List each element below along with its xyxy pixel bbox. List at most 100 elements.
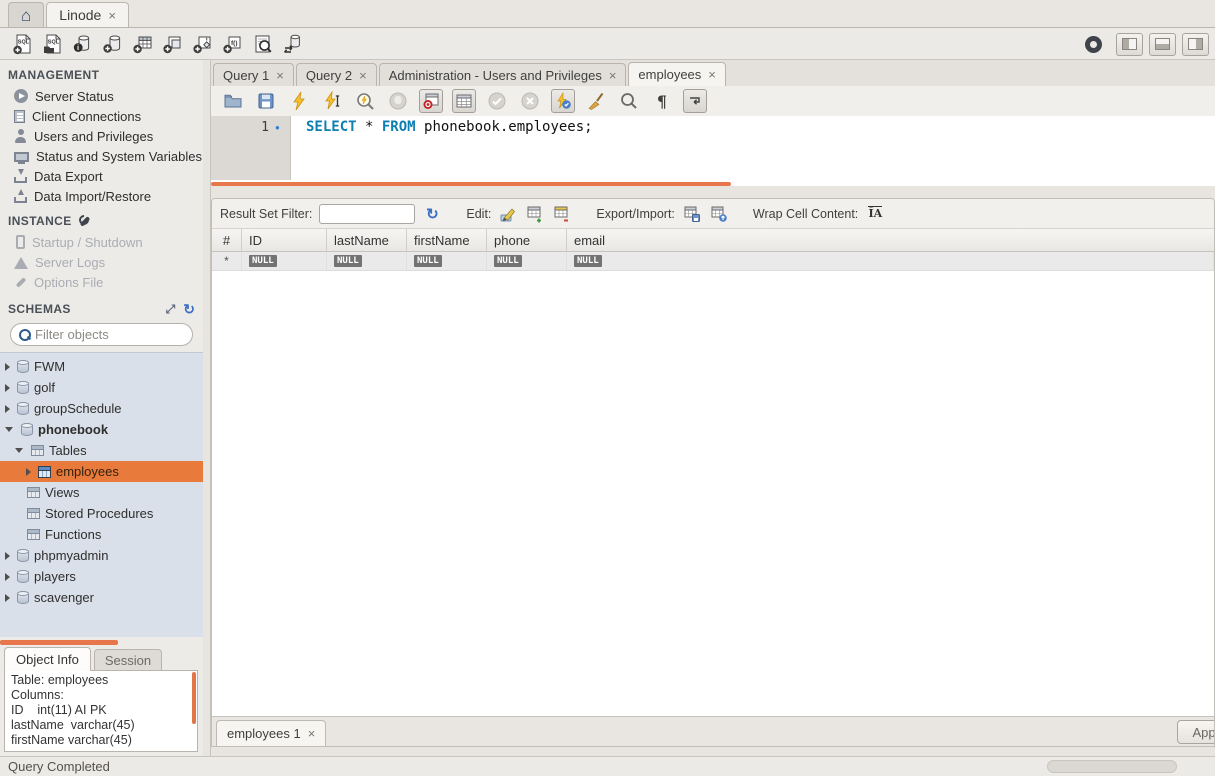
- expand-schemas-icon[interactable]: ⤢: [166, 303, 176, 315]
- delete-row-button[interactable]: [552, 204, 572, 224]
- column-header-hash[interactable]: #: [212, 229, 242, 251]
- sidebar-item-status-system-variables[interactable]: Status and System Variables: [0, 146, 203, 166]
- refresh-schemas-icon[interactable]: ↻: [183, 302, 195, 316]
- tree-item-employees[interactable]: employees: [0, 461, 203, 482]
- wrap-cell-toggle[interactable]: ĪA: [865, 204, 885, 224]
- save-button[interactable]: [254, 89, 278, 113]
- chevron-right-icon[interactable]: [5, 594, 10, 602]
- grid-cell[interactable]: NULL: [242, 252, 327, 270]
- insert-row-button[interactable]: [525, 204, 545, 224]
- tab-administration[interactable]: Administration - Users and Privileges×: [379, 63, 627, 86]
- tree-item-groupschedule[interactable]: groupSchedule: [0, 398, 203, 419]
- tab-query-1[interactable]: Query 1×: [213, 63, 294, 86]
- horizontal-scrollbar-thumb[interactable]: [1047, 760, 1177, 773]
- toggle-wrap-button[interactable]: [683, 89, 707, 113]
- chevron-right-icon[interactable]: [5, 363, 10, 371]
- sidebar-resize-sash[interactable]: [203, 60, 210, 756]
- chevron-right-icon[interactable]: [5, 384, 10, 392]
- chevron-right-icon[interactable]: [5, 552, 10, 560]
- stop-button[interactable]: [386, 89, 410, 113]
- sidebar-item-users-privileges[interactable]: Users and Privileges: [0, 126, 203, 146]
- editor-horizontal-scrollbar[interactable]: [211, 182, 731, 186]
- chevron-right-icon[interactable]: [26, 468, 31, 476]
- explain-button[interactable]: [353, 89, 377, 113]
- sidebar-item-data-export[interactable]: Data Export: [0, 166, 203, 186]
- tree-item-stored-procedures[interactable]: Stored Procedures: [0, 503, 203, 524]
- sidebar-item-data-import[interactable]: Data Import/Restore: [0, 186, 203, 206]
- tree-item-views[interactable]: Views: [0, 482, 203, 503]
- commit-button[interactable]: [485, 89, 509, 113]
- close-icon[interactable]: ×: [308, 727, 316, 740]
- sidebar-item-server-status[interactable]: Server Status: [0, 86, 203, 106]
- home-tab[interactable]: ⌂: [8, 2, 44, 27]
- rollback-button[interactable]: [518, 89, 542, 113]
- tree-item-tables[interactable]: Tables: [0, 440, 203, 461]
- sidebar-item-client-connections[interactable]: Client Connections: [0, 106, 203, 126]
- result-filter-input[interactable]: [319, 204, 415, 224]
- database-inspector-button[interactable]: i: [68, 30, 98, 58]
- column-header-id[interactable]: ID: [242, 229, 327, 251]
- refresh-result-button[interactable]: ↻: [422, 204, 442, 224]
- toggle-output-panel-button[interactable]: [1149, 33, 1176, 56]
- tab-query-2[interactable]: Query 2×: [296, 63, 377, 86]
- column-header-firstname[interactable]: firstName: [407, 229, 487, 251]
- create-table-button[interactable]: [128, 30, 158, 58]
- sidebar-item-startup-shutdown[interactable]: Startup / Shutdown: [0, 232, 203, 252]
- schema-filter-input[interactable]: [35, 327, 203, 342]
- chevron-down-icon[interactable]: [5, 427, 13, 432]
- column-header-phone[interactable]: phone: [487, 229, 567, 251]
- tree-item-players[interactable]: players: [0, 566, 203, 587]
- open-file-button[interactable]: [221, 89, 245, 113]
- export-recordset-button[interactable]: [682, 204, 702, 224]
- tab-employees[interactable]: employees×: [628, 62, 725, 86]
- create-stored-procedure-button[interactable]: [188, 30, 218, 58]
- tab-session[interactable]: Session: [94, 649, 162, 671]
- close-icon[interactable]: ×: [708, 68, 716, 81]
- toggle-sidebar-panel-button[interactable]: [1116, 33, 1143, 56]
- column-header-lastname[interactable]: lastName: [327, 229, 407, 251]
- execute-button[interactable]: [287, 89, 311, 113]
- grid-cell[interactable]: NULL: [407, 252, 487, 270]
- create-view-button[interactable]: [158, 30, 188, 58]
- grid-cell[interactable]: NULL: [567, 252, 1214, 270]
- tree-item-functions[interactable]: Functions: [0, 524, 203, 545]
- preferences-icon[interactable]: [1085, 36, 1102, 53]
- result-tab-employees-1[interactable]: employees 1 ×: [216, 720, 326, 746]
- grid-cell[interactable]: NULL: [327, 252, 407, 270]
- create-schema-button[interactable]: [98, 30, 128, 58]
- tree-item-scavenger[interactable]: scavenger: [0, 587, 203, 608]
- grid-placeholder-row[interactable]: * NULL NULL NULL NULL NULL: [212, 252, 1214, 271]
- sidebar-item-server-logs[interactable]: Server Logs: [0, 252, 203, 272]
- chevron-right-icon[interactable]: [5, 405, 10, 413]
- close-icon[interactable]: ×: [276, 69, 284, 82]
- editor-result-sash[interactable]: [211, 186, 1215, 198]
- sql-code-line[interactable]: SELECT * FROM phonebook.employees;: [306, 119, 593, 135]
- tree-item-fwm[interactable]: FWM: [0, 356, 203, 377]
- close-icon[interactable]: ×: [108, 9, 116, 22]
- tab-object-info[interactable]: Object Info: [4, 647, 91, 671]
- limit-rows-toggle[interactable]: [419, 89, 443, 113]
- tree-item-golf[interactable]: golf: [0, 377, 203, 398]
- autocommit-toggle[interactable]: [551, 89, 575, 113]
- tree-item-phonebook[interactable]: phonebook: [0, 419, 203, 440]
- close-icon[interactable]: ×: [609, 69, 617, 82]
- find-button[interactable]: [617, 89, 641, 113]
- toggle-secondary-panel-button[interactable]: [1182, 33, 1209, 56]
- execute-current-button[interactable]: [320, 89, 344, 113]
- open-sql-script-button[interactable]: SQL: [38, 30, 68, 58]
- import-recordset-button[interactable]: [709, 204, 729, 224]
- close-icon[interactable]: ×: [359, 69, 367, 82]
- sql-editor[interactable]: 1 ● SELECT * FROM phonebook.employees;: [211, 116, 1215, 186]
- grid-cell[interactable]: NULL: [487, 252, 567, 270]
- apply-button[interactable]: Apply: [1177, 720, 1215, 744]
- edit-record-button[interactable]: [498, 204, 518, 224]
- chevron-down-icon[interactable]: [15, 448, 23, 453]
- sidebar-item-options-file[interactable]: Options File: [0, 272, 203, 292]
- tree-horizontal-scrollbar[interactable]: [0, 640, 118, 645]
- reconnect-database-button[interactable]: [278, 30, 308, 58]
- show-invisibles-button[interactable]: ¶: [650, 89, 674, 113]
- object-info-scrollbar[interactable]: [192, 672, 196, 724]
- search-table-data-button[interactable]: [248, 30, 278, 58]
- clear-button[interactable]: [584, 89, 608, 113]
- new-sql-editor-button[interactable]: SQL: [8, 30, 38, 58]
